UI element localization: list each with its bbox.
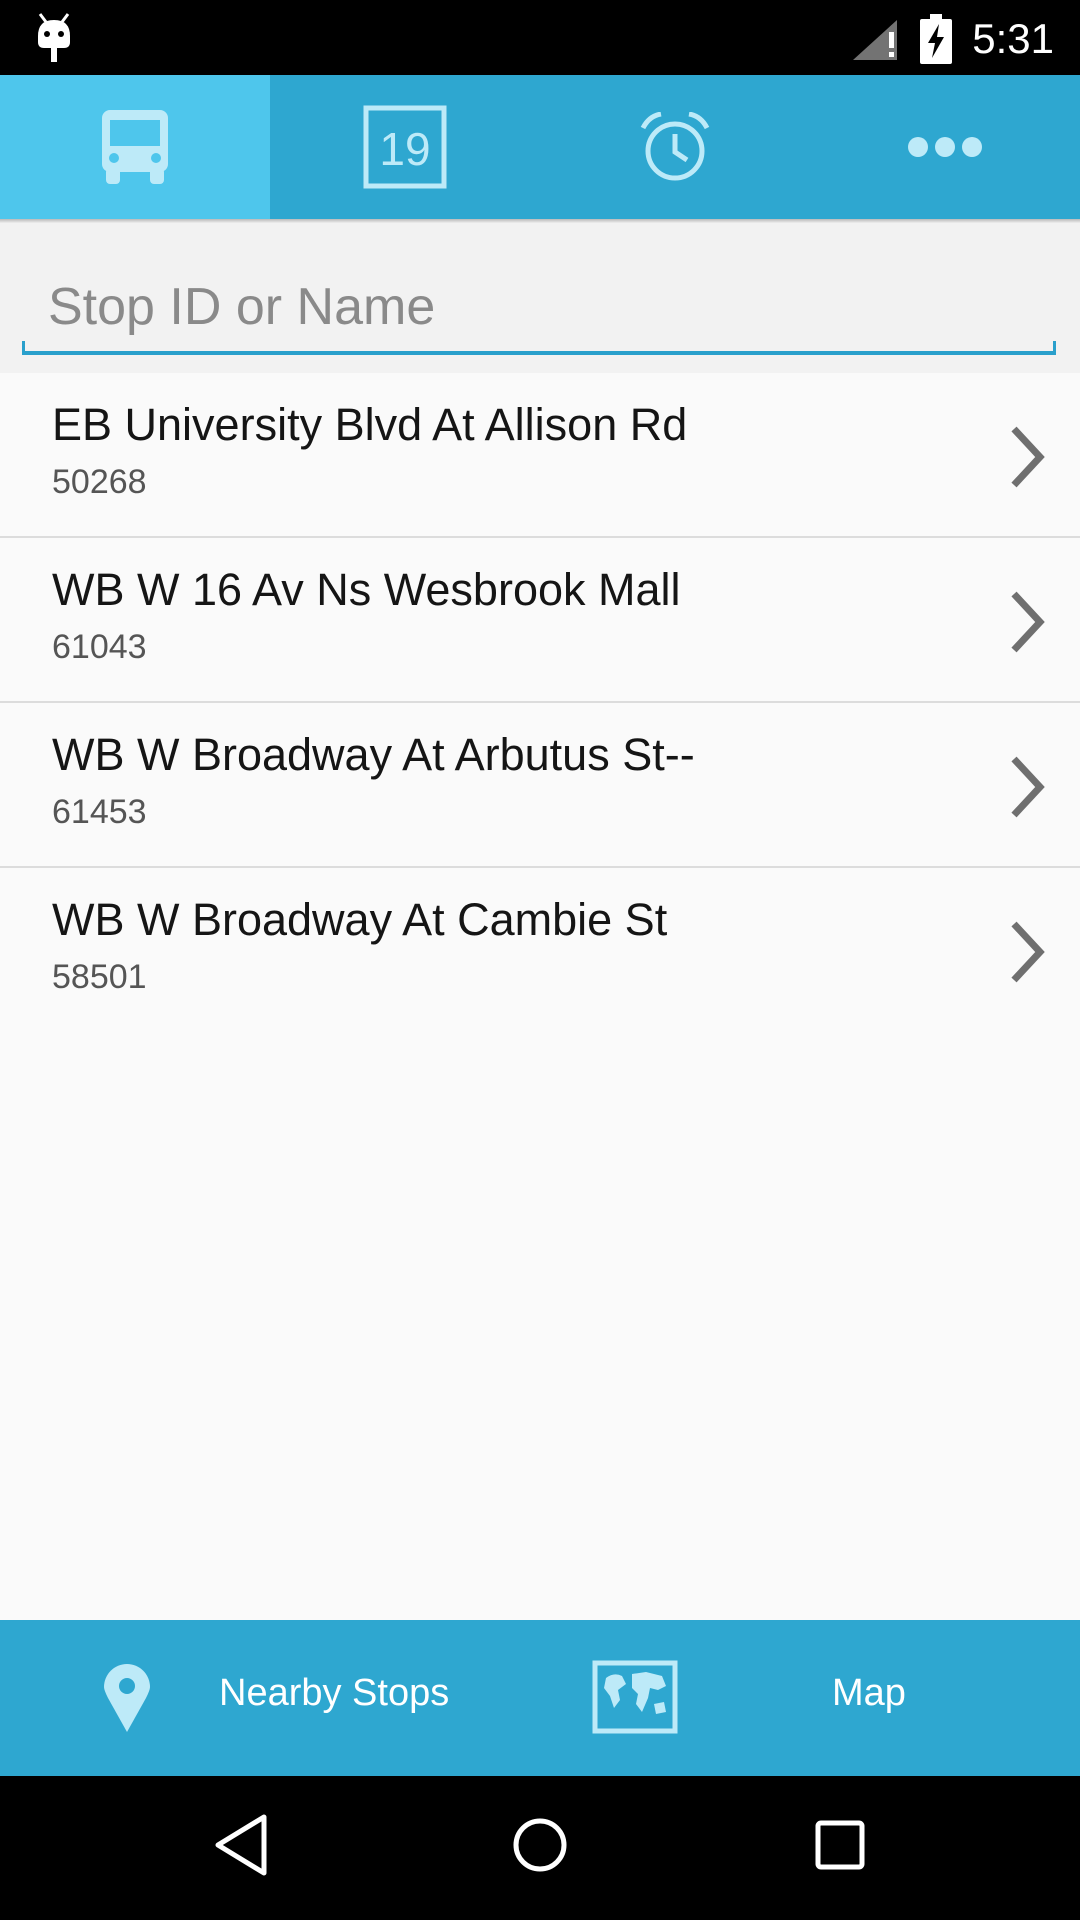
calendar-icon: 19 [363, 105, 447, 189]
location-pin-icon [104, 1664, 150, 1732]
signal-icon [853, 20, 897, 60]
tab-alarm[interactable] [540, 75, 810, 219]
list-item[interactable]: WB W 16 Av Ns Wesbrook Mall 61043 [0, 538, 1080, 703]
chevron-right-icon [1011, 921, 1045, 983]
status-bar: 5:31 [0, 0, 1080, 75]
stop-name: EB University Blvd At Allison Rd [52, 399, 688, 450]
stop-id: 61043 [52, 628, 147, 666]
back-icon[interactable] [212, 1812, 272, 1878]
bus-icon [102, 110, 168, 184]
more-icon [908, 137, 982, 157]
chevron-right-icon [1011, 591, 1045, 653]
system-nav-bar [0, 1776, 1080, 1920]
stop-id: 50268 [52, 463, 147, 501]
home-icon[interactable] [510, 1812, 570, 1878]
world-map-icon [592, 1660, 678, 1734]
list-item[interactable]: WB W Broadway At Cambie St 58501 [0, 868, 1080, 1031]
chevron-right-icon [1011, 426, 1045, 488]
search-underline-right [1053, 341, 1056, 355]
stop-id: 61453 [52, 793, 147, 831]
map-button[interactable]: Map [540, 1620, 1080, 1776]
map-label: Map [832, 1672, 906, 1714]
tab-more[interactable] [810, 75, 1080, 219]
android-debug-icon [38, 13, 70, 62]
stop-name: WB W Broadway At Cambie St [52, 894, 668, 945]
stop-list: EB University Blvd At Allison Rd 50268 W… [0, 373, 1080, 1031]
calendar-day: 19 [379, 123, 430, 175]
stop-search-input[interactable] [22, 263, 1056, 355]
bottom-action-bar: Nearby Stops Map [0, 1620, 1080, 1776]
stop-name: WB W 16 Av Ns Wesbrook Mall [52, 564, 681, 615]
list-item[interactable]: EB University Blvd At Allison Rd 50268 [0, 373, 1080, 538]
tab-bus[interactable] [0, 75, 270, 219]
recents-icon[interactable] [810, 1812, 870, 1878]
stop-id: 58501 [52, 958, 147, 996]
list-item[interactable]: WB W Broadway At Arbutus St-- 61453 [0, 703, 1080, 868]
nearby-stops-button[interactable]: Nearby Stops [0, 1620, 540, 1776]
chevron-right-icon [1011, 756, 1045, 818]
status-time: 5:31 [972, 15, 1054, 62]
search-area [0, 223, 1080, 373]
tab-bar: 19 [0, 75, 1080, 219]
nearby-stops-label: Nearby Stops [219, 1672, 450, 1714]
search-underline-left [22, 341, 25, 355]
battery-charging-icon [920, 14, 952, 64]
stop-name: WB W Broadway At Arbutus St-- [52, 729, 695, 780]
alarm-clock-icon [640, 112, 710, 181]
tab-calendar[interactable]: 19 [270, 75, 540, 219]
